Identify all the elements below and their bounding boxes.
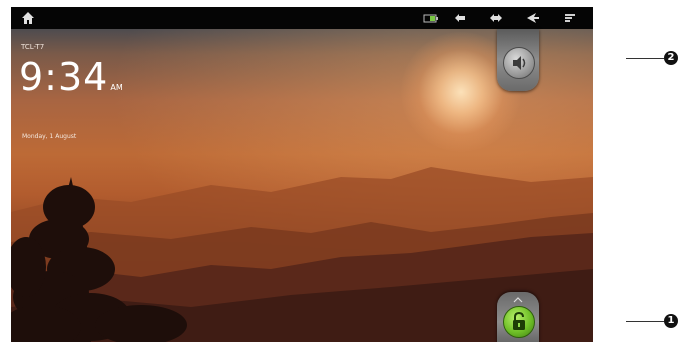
page: TCL-T7 9:34 AM Monday, 1 August 2 1	[0, 0, 681, 345]
date-label: Monday, 1 August	[22, 133, 77, 140]
menu-icon[interactable]	[563, 11, 577, 25]
sd-card-icon	[453, 11, 467, 25]
clock: 9:34 AM	[19, 57, 123, 108]
home-icon[interactable]	[21, 11, 35, 25]
battery-icon	[423, 11, 441, 25]
callout-number-2: 2	[664, 51, 678, 65]
carrier-name: TCL-T7	[21, 43, 45, 51]
unlock-tab[interactable]	[497, 292, 539, 342]
volume-icon	[513, 56, 526, 70]
clock-time: 9:34	[19, 55, 109, 99]
callout-line-2	[626, 58, 664, 59]
unlock-button[interactable]	[503, 306, 535, 338]
device-screen: TCL-T7 9:34 AM Monday, 1 August	[11, 7, 593, 342]
callout-line-1	[626, 321, 664, 322]
back-icon[interactable]	[526, 11, 540, 25]
sound-toggle-tab[interactable]	[497, 29, 539, 91]
sound-toggle-button[interactable]	[503, 47, 535, 79]
callout-number-1: 1	[664, 314, 678, 328]
usb-icon	[489, 11, 503, 25]
unlock-icon	[513, 311, 525, 330]
chevron-up-icon	[513, 297, 523, 303]
status-bar	[11, 7, 593, 29]
clock-ampm: AM	[110, 83, 123, 92]
